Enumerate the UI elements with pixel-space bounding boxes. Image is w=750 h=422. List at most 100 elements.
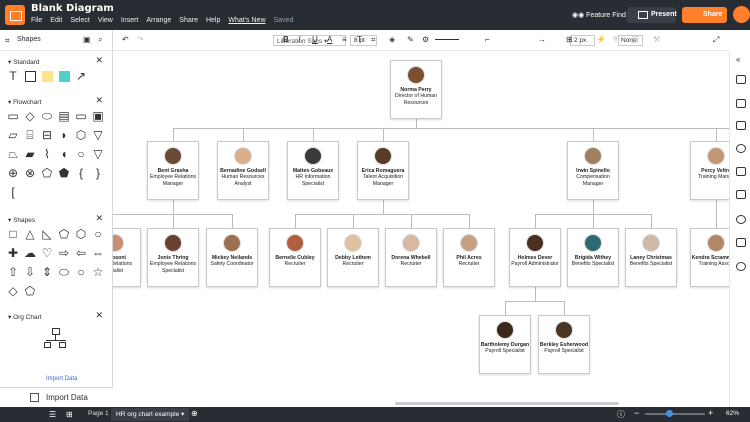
multi-doc-icon[interactable]: ▣ [91,109,105,123]
org-card[interactable]: Debby Lethem Recruiter [327,228,379,287]
org-card[interactable]: Holmes Dever Payroll Administrator [509,228,561,287]
fill-color-icon[interactable]: ◈ [389,35,395,44]
menu-insert[interactable]: Insert [121,17,139,24]
search-icon[interactable]: ⌕ [98,35,102,45]
or-icon[interactable]: ⊕ [6,166,20,180]
align-icon[interactable]: ≡ [342,35,347,44]
section-orgchart[interactable]: ▾ Org Chart ✕ [0,306,112,324]
close-icon[interactable]: ✕ [95,55,103,66]
offpage-icon[interactable]: ⬠ [40,166,54,180]
document-title[interactable]: Blank Diagram [31,3,114,14]
line-color-icon[interactable]: ✎ [407,35,414,44]
org-card[interactable]: Bernadine Godsell Human Resources Analyst [217,141,269,200]
comment-icon[interactable] [736,215,746,224]
page-settings-icon[interactable] [736,75,746,84]
text-shape-icon[interactable]: T [6,69,20,83]
pentagon2-icon[interactable]: ⬠ [23,284,37,298]
loop-icon[interactable]: ⬟ [57,166,71,180]
merge-icon[interactable]: ▽ [91,128,105,142]
diagram-canvas[interactable]: Norma Perry Director of Human Resources Be… [113,51,729,407]
app-logo-icon[interactable] [5,5,25,25]
share-button[interactable]: Share [682,7,727,23]
junction-icon[interactable]: ⊗ [23,166,37,180]
import-data-button[interactable]: Import Data [0,387,113,407]
diagram-tab[interactable]: HR org chart example ▾ [111,408,190,421]
close-icon[interactable]: ✕ [95,213,103,224]
process-icon[interactable]: ▭ [6,109,20,123]
data-icon[interactable]: ▱ [6,128,20,142]
heart-icon[interactable]: ♡ [40,246,54,260]
arrow-right-icon[interactable]: ⇨ [57,246,71,260]
lightning-icon[interactable]: ⚡ [596,35,606,44]
org-card[interactable]: Bent Grasha Employee Relations Manager [147,141,199,200]
note-shape-icon[interactable] [40,69,54,83]
undo-icon[interactable]: ↶ [122,35,129,44]
zoom-slider[interactable] [645,413,705,415]
line-width-select[interactable]: 2 px [570,35,595,46]
horizontal-scrollbar[interactable] [395,402,619,405]
tape-icon[interactable]: ⌇ [40,147,54,161]
close-icon[interactable]: ✕ [95,310,103,321]
menu-whats-new[interactable]: What's New [228,17,265,24]
import-data-link[interactable]: Import Data [46,376,77,382]
brace-right-icon[interactable]: } [91,166,105,180]
menu-share[interactable]: Share [179,17,198,24]
org-card[interactable]: Bartholemy Durgan Payroll Specialist [479,315,531,374]
diamond-icon[interactable]: ◇ [6,284,20,298]
underline-icon[interactable]: U [312,35,318,44]
zoom-out-icon[interactable]: − [634,408,639,418]
section-shapes[interactable]: ▾ Shapes ✕ [0,209,112,227]
properties-icon[interactable] [736,238,746,247]
org-card[interactable]: Irwin Spinello Compensation Manager [567,141,619,200]
org-card[interactable]: Mickey Neilands Safety Coordinator [206,228,258,287]
hexagon-icon[interactable]: ⬡ [74,128,88,142]
org-card[interactable]: Erica Romaguera Talent Acquisition Manage… [357,141,409,200]
italic-icon[interactable]: I [298,35,301,44]
effects-icon[interactable]: ⚙ [422,35,429,44]
page-tab[interactable]: Page 1 [84,408,113,421]
add-page-icon[interactable]: ⊕ [191,409,198,418]
pentagon-icon[interactable]: ⬠ [57,227,71,241]
arrow-down-icon[interactable]: ⇩ [23,265,37,279]
org-card[interactable]: Matteo Gobeaux HR Information Specialist [287,141,339,200]
redo-icon[interactable]: ↷ [137,35,144,44]
history-icon[interactable] [736,144,746,153]
close-icon[interactable]: ✕ [95,95,103,106]
org-card[interactable]: Phil Acres Recruiter [443,228,495,287]
data-icon[interactable] [736,190,746,199]
predefined-icon[interactable]: ▤ [57,109,71,123]
star-icon[interactable]: ☆ [91,265,105,279]
collapse-icon[interactable]: « [736,55,740,64]
link-icon[interactable]: ⛓ [630,35,640,44]
capsule-icon[interactable]: ⬭ [57,265,71,279]
document-icon[interactable]: ▭ [74,109,88,123]
menu-view[interactable]: View [98,17,113,24]
org-card[interactable]: a Rosonioyee Relations ecialist [113,228,141,287]
delay-icon[interactable]: ◗ [57,128,71,142]
brace-icon[interactable]: { [74,166,88,180]
arrow-end-icon[interactable]: → [538,35,546,44]
decision-icon[interactable]: ◇ [23,109,37,123]
cross-icon[interactable]: ✚ [6,246,20,260]
arrow-up-icon[interactable]: ⇧ [6,265,20,279]
org-card[interactable]: Percy VeltreTraining Manag [690,141,729,200]
org-card[interactable]: Brigida Withey Benefits Specialist [567,228,619,287]
org-card[interactable]: Kendra ScrammageTraining Associ [690,228,729,287]
callout-icon[interactable]: ○ [74,265,88,279]
arrow-shape-icon[interactable]: ↗ [74,69,88,83]
layers-icon[interactable] [736,167,746,176]
right-triangle-icon[interactable]: ◺ [40,227,54,241]
presentation-icon[interactable] [736,121,746,130]
text-options-icon[interactable]: T [357,35,362,44]
database-icon[interactable]: ⌸ [23,128,37,142]
line-style-select[interactable] [435,39,459,40]
annotation-icon[interactable]: [ [6,185,20,199]
zoom-slider-handle[interactable] [666,410,673,417]
rectangle-shape-icon[interactable] [23,69,37,83]
lock-icon[interactable]: ⛨ [613,35,619,45]
menu-edit[interactable]: Edit [50,17,62,24]
cloud-icon[interactable]: ☁ [23,246,37,260]
terminator-icon[interactable]: ⬭ [40,109,54,123]
menu-help[interactable]: Help [206,17,220,24]
present-button[interactable]: Present [627,7,677,23]
